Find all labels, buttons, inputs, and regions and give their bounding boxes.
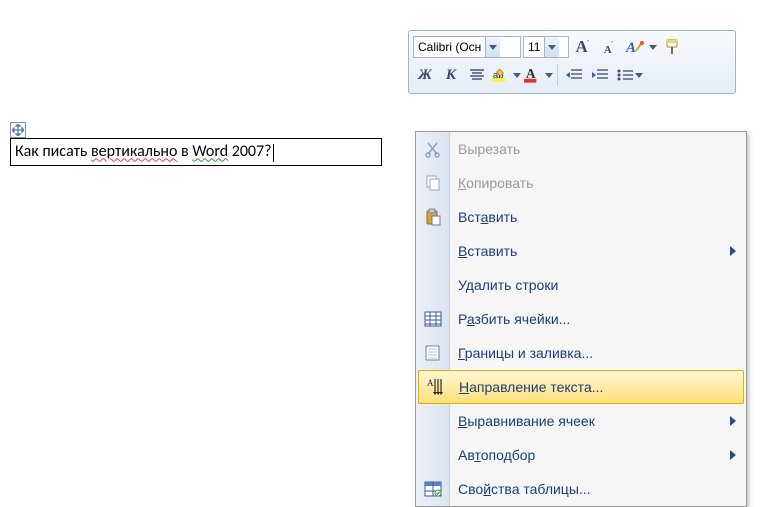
font-name-value: Calibri (Осн <box>414 40 485 54</box>
svg-text:A: A <box>625 40 636 56</box>
grow-font-button[interactable]: Aˆ <box>571 35 595 59</box>
menu-copy: Копировать <box>416 166 746 200</box>
highlight-button[interactable]: ab <box>491 63 521 87</box>
align-center-button[interactable] <box>465 63 489 87</box>
submenu-arrow-icon <box>730 416 736 426</box>
menu-label: Разбить ячейки... <box>458 311 570 327</box>
context-menu: Вырезать Копировать Вставить Вставить Уд… <box>415 131 747 507</box>
menu-table-properties[interactable]: Свойства таблицы... <box>416 472 746 506</box>
menu-label: Вырезать <box>458 141 520 157</box>
font-name-dropdown-btn[interactable] <box>485 37 500 57</box>
menu-label: Вставить <box>458 243 517 259</box>
borders-icon <box>422 342 444 364</box>
menu-cut: Вырезать <box>416 132 746 166</box>
decrease-indent-button[interactable] <box>562 63 586 87</box>
menu-label: Направление текста... <box>459 379 603 395</box>
split-cells-icon <box>422 308 444 330</box>
mini-toolbar: Calibri (Осн 11 Aˆ Aˇ A <box>408 30 736 94</box>
menu-paste[interactable]: Вставить <box>416 200 746 234</box>
font-name-combo[interactable]: Calibri (Осн <box>413 36 521 58</box>
menu-paste-sub[interactable]: Вставить <box>416 234 746 268</box>
cut-icon <box>422 138 444 160</box>
cell-text: Как писать вертикально в Word 2007? <box>15 142 274 161</box>
svg-text:A: A <box>427 378 434 388</box>
menu-borders-shading[interactable]: Границы и заливка... <box>416 336 746 370</box>
text-caret <box>273 144 274 162</box>
menu-label: Границы и заливка... <box>458 345 593 361</box>
table-properties-icon <box>422 478 444 500</box>
shrink-font-button[interactable]: Aˇ <box>597 35 621 59</box>
menu-label: Свойства таблицы... <box>458 481 591 497</box>
font-size-value: 11 <box>524 40 544 54</box>
paste-icon <box>422 206 444 228</box>
bullets-button[interactable] <box>614 63 644 87</box>
menu-label: Вставить <box>458 209 517 225</box>
submenu-arrow-icon <box>730 246 736 256</box>
menu-text-direction[interactable]: A Направление текста... <box>418 370 744 404</box>
bold-button[interactable]: Ж <box>413 63 437 87</box>
toolbar-row-1: Calibri (Осн 11 Aˆ Aˇ A <box>413 35 731 59</box>
font-size-combo[interactable]: 11 <box>523 36 569 58</box>
italic-button[interactable]: К <box>439 63 463 87</box>
styles-button[interactable]: A <box>623 35 657 59</box>
menu-split-cells[interactable]: Разбить ячейки... <box>416 302 746 336</box>
menu-label: Автоподбор <box>458 447 535 463</box>
menu-cell-alignment[interactable]: Выравнивание ячеек <box>416 404 746 438</box>
toolbar-row-2: Ж К ab A <box>413 63 731 87</box>
menu-label: Выравнивание ячеек <box>458 413 595 429</box>
menu-delete-rows[interactable]: Удалить строки <box>416 268 746 302</box>
increase-indent-button[interactable] <box>588 63 612 87</box>
svg-text:A: A <box>526 66 536 81</box>
menu-label: Копировать <box>458 175 533 191</box>
submenu-arrow-icon <box>730 450 736 460</box>
table-move-handle[interactable] <box>10 122 26 138</box>
menu-autofit[interactable]: Автоподбор <box>416 438 746 472</box>
menu-label: Удалить строки <box>458 277 558 293</box>
font-size-dropdown-btn[interactable] <box>544 37 559 57</box>
format-painter-button[interactable] <box>659 35 689 59</box>
font-color-button[interactable]: A <box>523 63 553 87</box>
table-cell[interactable]: Как писать вертикально в Word 2007? <box>10 138 382 166</box>
text-direction-icon: A <box>425 376 447 398</box>
copy-icon <box>422 172 444 194</box>
